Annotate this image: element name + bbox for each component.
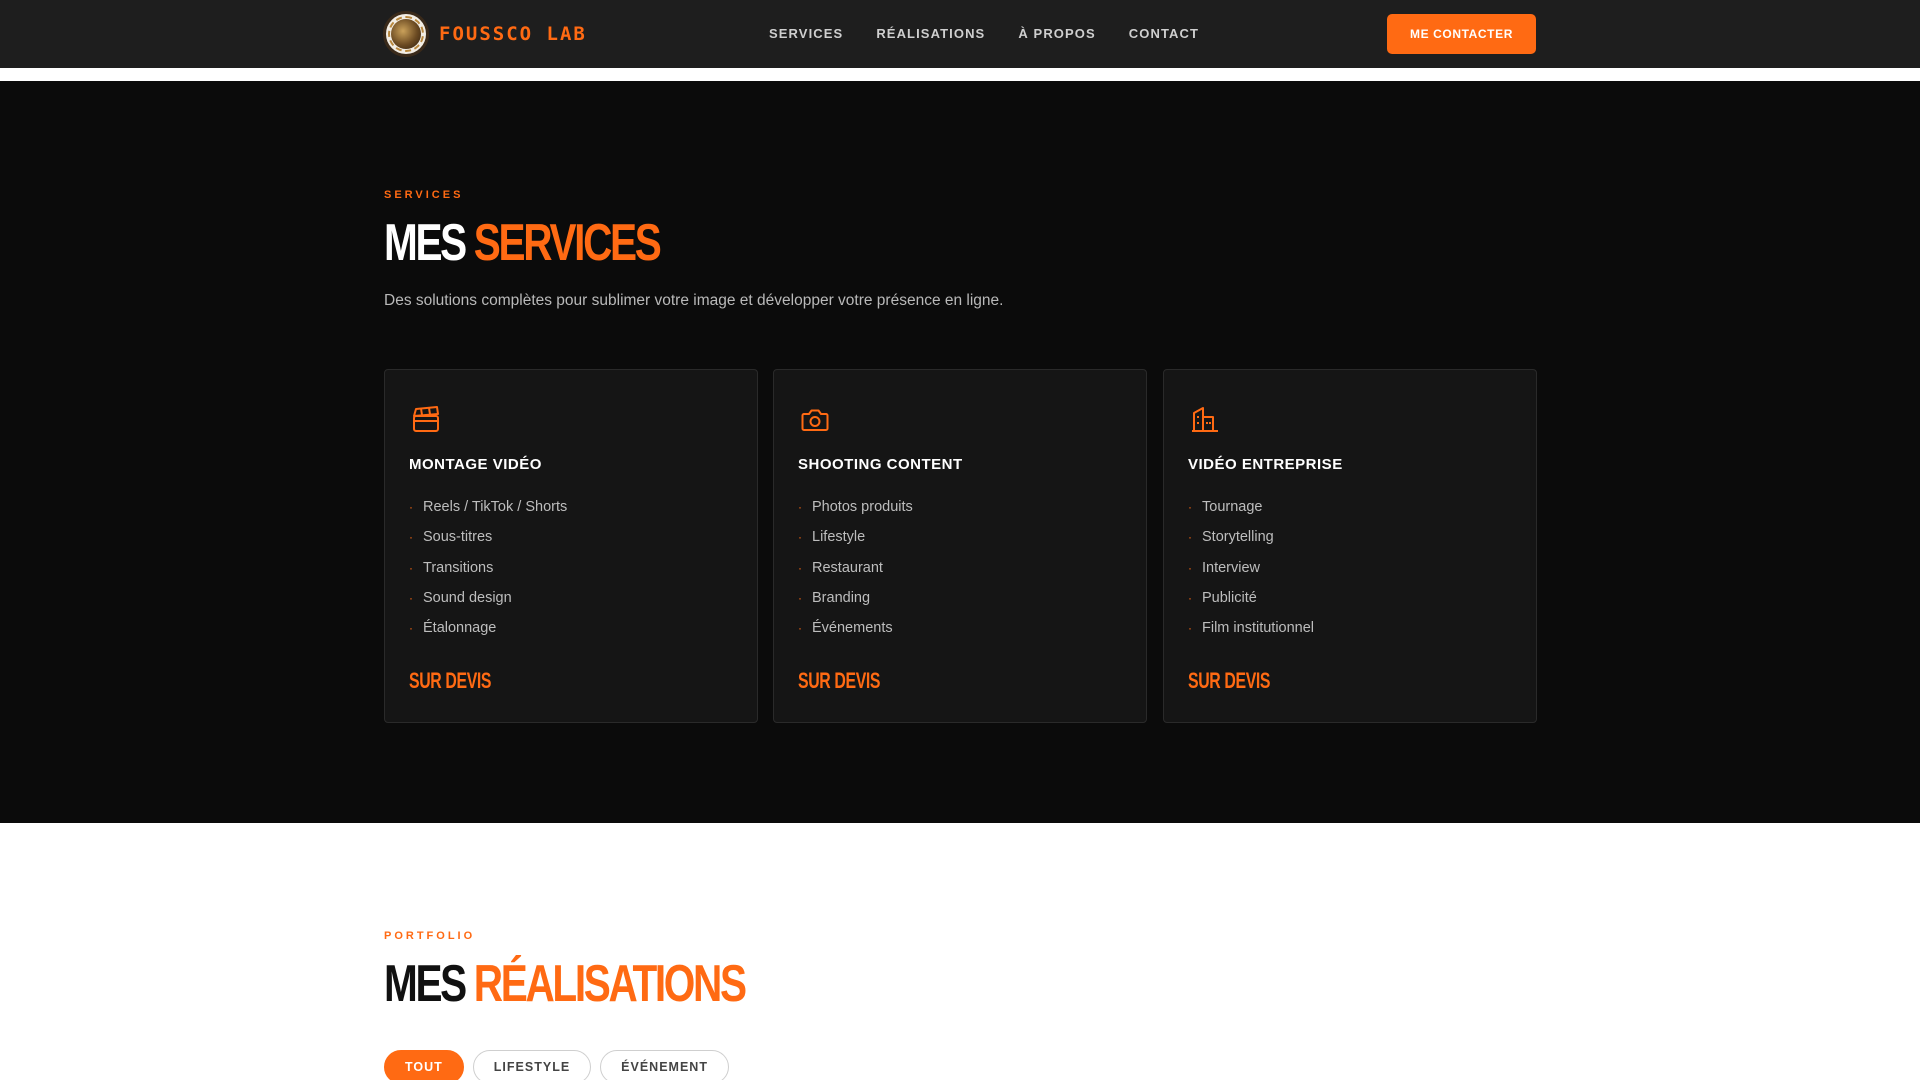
list-item: · Sous-titres [409,529,493,546]
list-item: · Publicité [1188,590,1257,607]
list-item: · Interview [1188,559,1261,576]
filter-lifestyle[interactable]: LIFESTYLE [472,1050,592,1080]
list-item: · Sound design [409,590,512,607]
portfolio-filters: TOUT LIFESTYLE ÉVÉNEMENT [384,1050,729,1080]
building-icon [1192,407,1218,432]
list-item: · Transitions [409,559,494,576]
services-title-main: MES [384,214,467,272]
filter-tout[interactable]: TOUT [384,1050,464,1080]
card-price: SUR DEVIS [409,668,492,693]
services-title: MES SERVICES [384,214,662,272]
list-item: · Photos produits [798,499,913,516]
card-price: SUR DEVIS [798,668,881,693]
card-price: SUR DEVIS [1188,668,1271,693]
list-item: · Événements [798,620,893,637]
list-item: · Restaurant [798,559,883,576]
list-item: · Étalonnage [409,620,497,637]
header-divider [0,68,1920,81]
portfolio-title: MES RÉALISATIONS [384,955,747,1013]
site-header: FOUSSCO LAB SERVICES RÉALISATIONS À PROP… [0,0,1920,68]
list-item: · Reels / TikTok / Shorts [409,499,568,516]
list-item: · Storytelling [1188,529,1274,546]
portfolio-title-main: MES [384,955,467,1013]
services-section: SERVICES MES SERVICES Des solutions comp… [0,81,1920,823]
logo-icon [383,11,429,57]
portfolio-title-accent: RÉALISATIONS [473,955,747,1013]
nav-item-a-propos[interactable]: À PROPOS [1018,26,1095,41]
card-title: MONTAGE VIDÉO [409,456,542,473]
main-nav: SERVICES RÉALISATIONS À PROPOS CONTACT [769,26,1199,41]
service-list: · Photos produits · Lifestyle · Restaurant … [798,492,913,643]
service-card-entreprise: VIDÉO ENTREPRISE · Tournage · Storytelling… [1163,369,1537,723]
filter-evenement[interactable]: ÉVÉNEMENT [600,1050,729,1080]
clapperboard-icon [413,406,439,432]
camera-icon [801,409,829,431]
services-eyebrow: SERVICES [384,189,464,201]
portfolio-section: PORTFOLIO MES RÉALISATIONS TOUT LIFESTYL… [0,823,1920,1080]
card-title: VIDÉO ENTREPRISE [1188,456,1343,473]
service-list: · Tournage · Storytelling · Interview · Publ… [1188,492,1314,643]
brand[interactable]: FOUSSCO LAB [383,11,587,57]
nav-item-realisations[interactable]: RÉALISATIONS [876,26,985,41]
service-list: · Reels / TikTok / Shorts · Sous-titres · T… [409,492,567,643]
nav-item-services[interactable]: SERVICES [769,26,843,41]
services-title-accent: SERVICES [473,214,662,272]
list-item: · Film institutionnel [1188,620,1315,637]
services-lead: Des solutions complètes pour sublimer vo… [384,292,1004,309]
portfolio-eyebrow: PORTFOLIO [384,930,476,942]
nav-item-contact[interactable]: CONTACT [1129,26,1199,41]
list-item: · Branding [798,590,871,607]
list-item: · Lifestyle [798,529,866,546]
brand-name: FOUSSCO LAB [439,23,587,45]
card-title: SHOOTING CONTENT [798,456,963,473]
contact-button[interactable]: ME CONTACTER [1387,14,1536,54]
service-card-montage: MONTAGE VIDÉO · Reels / TikTok / Shorts ·… [384,369,758,723]
list-item: · Tournage [1188,499,1263,516]
service-card-shooting: SHOOTING CONTENT · Photos produits · Lifes… [773,369,1147,723]
